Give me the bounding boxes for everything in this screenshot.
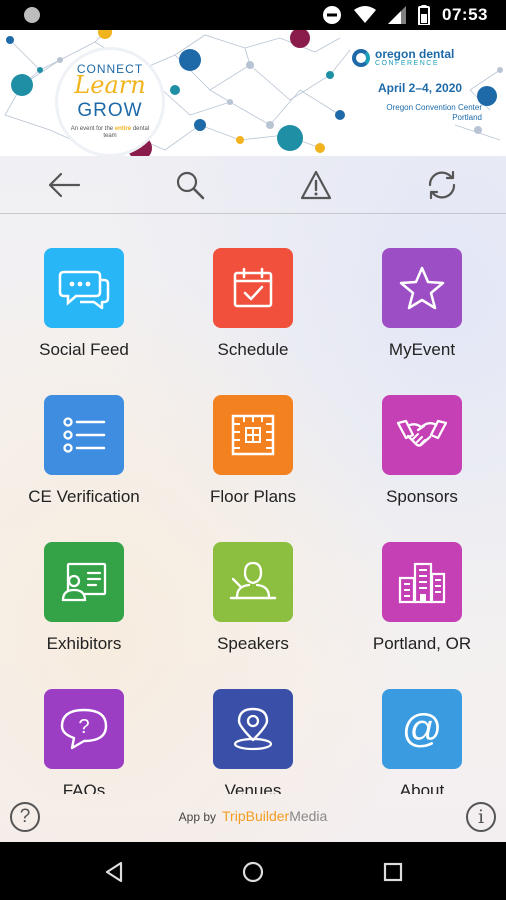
tile-ce-verification[interactable]: CE Verification xyxy=(0,395,168,535)
status-bar: 07:53 xyxy=(0,0,506,30)
at-sign-icon: @ xyxy=(402,707,443,751)
tile-faqs[interactable]: ? FAQs xyxy=(0,689,168,794)
nav-back-button[interactable] xyxy=(100,858,128,886)
tile-label: Portland, OR xyxy=(372,634,472,653)
refresh-button[interactable] xyxy=(422,165,462,205)
tile-label: FAQs xyxy=(62,781,106,794)
oregon-dental-mark-icon xyxy=(352,48,370,67)
tile-icon-bg xyxy=(213,248,293,328)
alerts-button[interactable] xyxy=(296,165,336,205)
tile-label: About xyxy=(399,781,445,794)
tile-label: MyEvent xyxy=(388,340,456,359)
logo-grow-text: GROW xyxy=(77,100,143,121)
search-icon xyxy=(176,171,205,200)
tile-label: Speakers xyxy=(217,634,289,653)
tile-label: Sponsors xyxy=(386,487,458,506)
tile-sponsors[interactable]: Sponsors xyxy=(338,395,506,535)
tile-social-feed[interactable]: Social Feed xyxy=(0,248,168,388)
signal-icon xyxy=(388,6,407,24)
tile-icon-bg: @ xyxy=(382,689,462,769)
logo-learn-text: Learn xyxy=(74,71,146,99)
tile-icon-bg xyxy=(382,542,462,622)
clock: 07:53 xyxy=(442,5,488,24)
menu-grid: Social Feed Schedule MyEvent CE Verifica… xyxy=(0,248,506,794)
square-recents-icon xyxy=(383,862,403,882)
event-venue: Oregon Convention Center Portland xyxy=(386,103,482,122)
tile-icon-bg xyxy=(44,542,124,622)
refresh-icon xyxy=(428,170,456,200)
city-buildings-icon xyxy=(398,562,446,604)
event-dates: April 2–4, 2020 xyxy=(378,81,463,95)
warning-icon xyxy=(300,170,332,200)
toolbar xyxy=(0,156,506,214)
app-credit[interactable]: App by TripBuilderMedia xyxy=(0,808,506,824)
main-content: Social Feed Schedule MyEvent CE Verifica… xyxy=(0,156,506,842)
tile-icon-bg xyxy=(382,395,462,475)
footer: ? App by TripBuilderMedia i xyxy=(0,794,506,842)
info-button[interactable]: i xyxy=(466,802,496,832)
handshake-icon xyxy=(396,419,448,447)
list-icon xyxy=(63,417,106,453)
connect-learn-grow-logo: CONNECT Learn GROW An event for the enti… xyxy=(58,50,162,154)
org-name: oregon dental xyxy=(375,47,455,61)
logo-tagline: An event for the entire dental team xyxy=(70,126,150,139)
tile-icon-bg xyxy=(213,542,293,622)
back-button[interactable] xyxy=(44,165,84,205)
tile-label: Venues xyxy=(224,781,282,794)
tile-label: Schedule xyxy=(217,340,289,359)
tile-icon-bg xyxy=(213,689,293,769)
tile-label: Floor Plans xyxy=(210,487,296,506)
speaker-podium-icon xyxy=(229,561,277,600)
calendar-check-icon xyxy=(233,267,273,308)
tile-about[interactable]: @ About xyxy=(338,689,506,794)
nav-recents-button[interactable] xyxy=(379,858,407,886)
triangle-back-icon xyxy=(105,861,123,883)
chat-bubbles-icon xyxy=(58,270,110,310)
tile-icon-bg: ? xyxy=(44,689,124,769)
status-icons: 07:53 xyxy=(322,4,488,26)
tile-label: Social Feed xyxy=(39,340,129,359)
system-nav-bar xyxy=(0,842,506,900)
circle-home-icon xyxy=(242,861,264,883)
nav-home-button[interactable] xyxy=(239,858,267,886)
notification-dot-icon xyxy=(24,7,40,23)
tile-icon-bg xyxy=(213,395,293,475)
map-pin-icon xyxy=(233,707,273,751)
exhibitor-board-icon xyxy=(61,562,107,602)
tile-icon-bg xyxy=(44,248,124,328)
oregon-dental-logo: oregon dental CONFERENCE xyxy=(352,48,502,67)
star-icon xyxy=(399,266,445,310)
event-banner: CONNECT Learn GROW An event for the enti… xyxy=(0,30,506,156)
arrow-left-icon xyxy=(48,172,81,198)
floor-plan-icon xyxy=(231,414,275,456)
tile-venues[interactable]: Venues xyxy=(169,689,337,794)
tile-speakers[interactable]: Speakers xyxy=(169,542,337,682)
tile-exhibitors[interactable]: Exhibitors xyxy=(0,542,168,682)
svg-text:?: ? xyxy=(78,716,89,738)
app-by-label: App by xyxy=(178,810,217,824)
do-not-disturb-icon xyxy=(323,6,342,24)
brand-trip: TripBuilder xyxy=(222,808,290,824)
tile-schedule[interactable]: Schedule xyxy=(169,248,337,388)
wifi-icon xyxy=(354,6,377,23)
tile-icon-bg xyxy=(44,395,124,475)
org-sub: CONFERENCE xyxy=(375,60,440,67)
tile-icon-bg xyxy=(382,248,462,328)
tile-floor-plans[interactable]: Floor Plans xyxy=(169,395,337,535)
search-button[interactable] xyxy=(170,165,210,205)
svg-text:@: @ xyxy=(402,707,443,751)
tile-label: Exhibitors xyxy=(46,634,122,653)
brand-media: Media xyxy=(289,808,328,824)
question-bubble-icon: ? xyxy=(60,708,108,750)
tile-label: CE Verification xyxy=(28,487,140,506)
conference-info: oregon dental CONFERENCE April 2–4, 2020… xyxy=(352,48,502,123)
tile-myevent[interactable]: MyEvent xyxy=(338,248,506,388)
battery-icon xyxy=(418,5,431,25)
tile-portland[interactable]: Portland, OR xyxy=(338,542,506,682)
